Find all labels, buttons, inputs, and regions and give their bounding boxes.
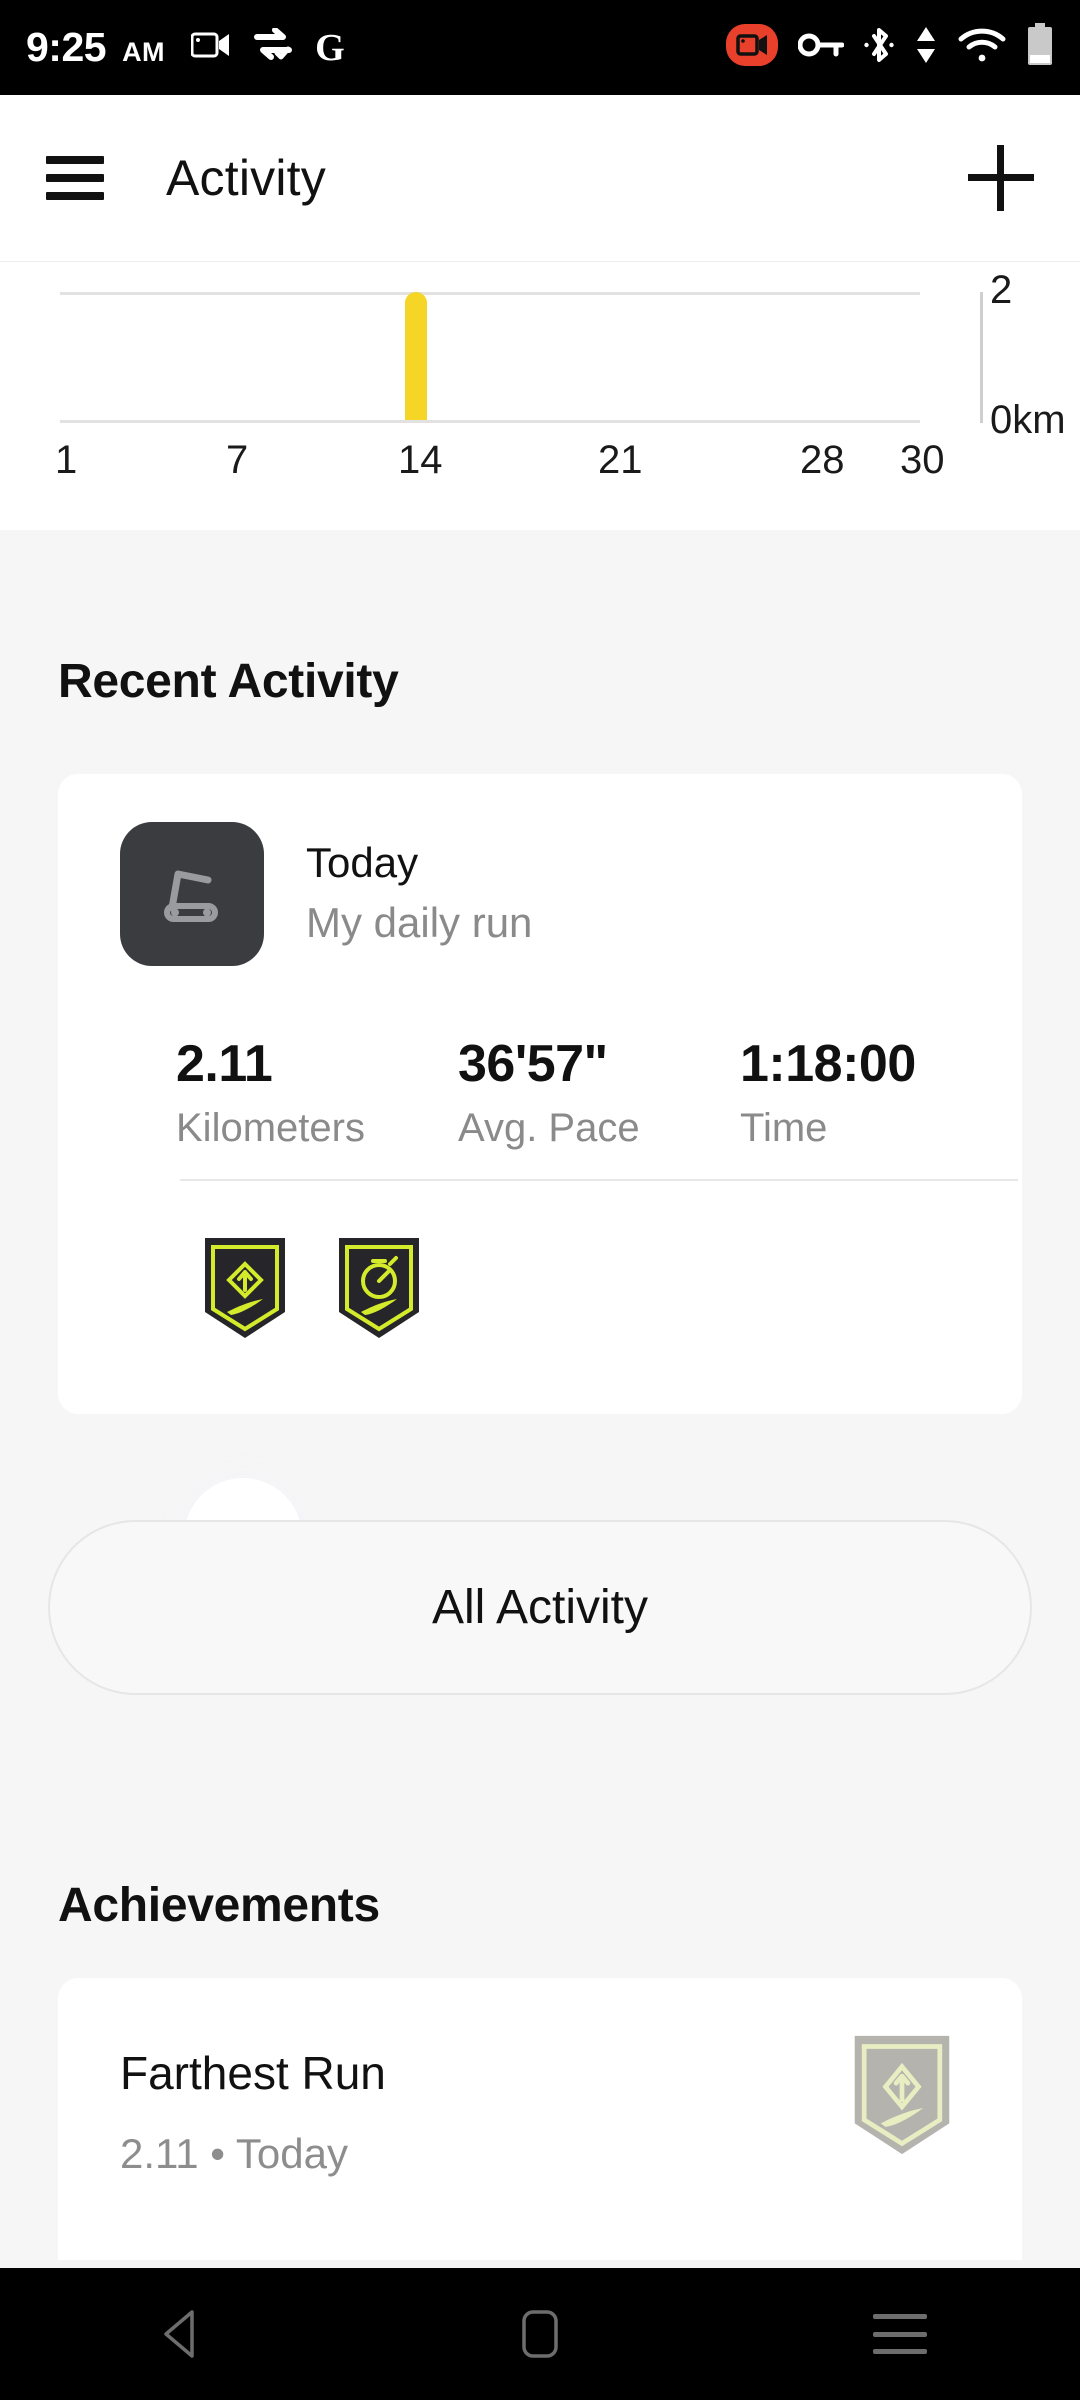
page-title: Activity xyxy=(166,150,326,206)
google-g-icon: G xyxy=(315,26,345,69)
stat-value: 36'57" xyxy=(458,1035,608,1093)
distance-badge[interactable] xyxy=(201,1234,289,1342)
phone-screen: 9:25 AM G Activity 2 0km 1 7 14 21 28 30… xyxy=(0,0,1080,2400)
x-tick-label: 28 xyxy=(800,438,845,482)
gridline-bottom xyxy=(60,420,920,423)
android-navigation-bar xyxy=(0,2268,1080,2400)
stat-label: Kilometers xyxy=(176,1106,365,1150)
chart-plot-area: 2 0km 1 7 14 21 28 30 xyxy=(55,268,1066,482)
achievement-card[interactable]: Farthest Run 2.11 • Today xyxy=(58,1978,1022,2260)
wifi-icon xyxy=(958,27,1006,68)
activity-titles: Today My daily run xyxy=(306,822,532,950)
vpn-key-icon xyxy=(797,31,845,64)
bluetooth-icon xyxy=(864,25,894,70)
activity-card[interactable]: Today My daily run 2.11 Kilometers 36'57… xyxy=(58,774,1022,1414)
chart-bar xyxy=(404,292,427,420)
stat-value: 2.11 xyxy=(176,1035,273,1093)
x-tick-label: 30 xyxy=(900,438,945,482)
sync-check-icon xyxy=(253,27,293,67)
plus-icon[interactable] xyxy=(968,145,1034,211)
data-transfer-icon xyxy=(914,25,938,70)
achievement-badge-icon xyxy=(850,2030,954,2160)
stat-pace: 36'57" Avg. Pace xyxy=(458,1034,740,1151)
stat-label: Avg. Pace xyxy=(458,1106,640,1150)
stat-label: Time xyxy=(740,1106,828,1150)
home-square-icon[interactable] xyxy=(360,2268,720,2400)
y-tick-label-max: 2 xyxy=(990,268,1013,312)
stat-time: 1:18:00 Time xyxy=(740,1034,1022,1151)
x-tick-label: 14 xyxy=(398,438,443,482)
back-triangle-icon[interactable] xyxy=(0,2268,360,2400)
activity-header: Today My daily run xyxy=(120,822,532,966)
recents-icon[interactable] xyxy=(720,2268,1080,2400)
card-divider xyxy=(180,1179,1018,1181)
status-time: 9:25 xyxy=(26,24,107,70)
stat-value: 1:18:00 xyxy=(740,1035,916,1093)
activity-date: Today xyxy=(306,839,419,886)
all-activity-button[interactable]: All Activity xyxy=(48,1520,1032,1695)
achievement-name: Farthest Run xyxy=(120,2047,386,2099)
all-activity-label: All Activity xyxy=(431,1581,649,1634)
app-bar: Activity xyxy=(0,95,1080,262)
hamburger-menu-icon[interactable] xyxy=(46,156,104,200)
time-badge[interactable] xyxy=(335,1234,423,1342)
activity-stats: 2.11 Kilometers 36'57" Avg. Pace 1:18:00… xyxy=(176,1034,1022,1151)
x-tick-label: 7 xyxy=(226,438,249,482)
status-notification-icons: G xyxy=(190,26,345,69)
screen-record-icon xyxy=(726,24,778,71)
camcorder-icon xyxy=(190,30,231,65)
main-content: Recent Activity Today My daily run 2.11 … xyxy=(0,530,1080,2260)
x-tick-label: 1 xyxy=(55,438,78,482)
achievements-heading: Achievements xyxy=(58,1879,380,1932)
status-bar-left: 9:25 AM xyxy=(26,24,165,71)
achievement-meta: 2.11 • Today xyxy=(120,2130,348,2177)
stat-distance: 2.11 Kilometers xyxy=(176,1034,458,1151)
status-system-icons xyxy=(726,23,1054,72)
y-axis-line xyxy=(980,292,983,423)
activity-subtitle: My daily run xyxy=(306,898,533,946)
y-tick-label-min: 0km xyxy=(990,398,1066,442)
treadmill-icon xyxy=(120,822,264,966)
activity-badges xyxy=(201,1234,423,1342)
distance-chart[interactable]: 2 0km 1 7 14 21 28 30 xyxy=(0,262,1080,530)
gridline-top xyxy=(60,292,920,295)
recent-activity-heading: Recent Activity xyxy=(58,655,399,708)
status-time-ampm: AM xyxy=(122,37,166,67)
battery-icon xyxy=(1026,23,1054,72)
x-tick-label: 21 xyxy=(598,438,643,482)
status-bar: 9:25 AM G xyxy=(0,0,1080,95)
